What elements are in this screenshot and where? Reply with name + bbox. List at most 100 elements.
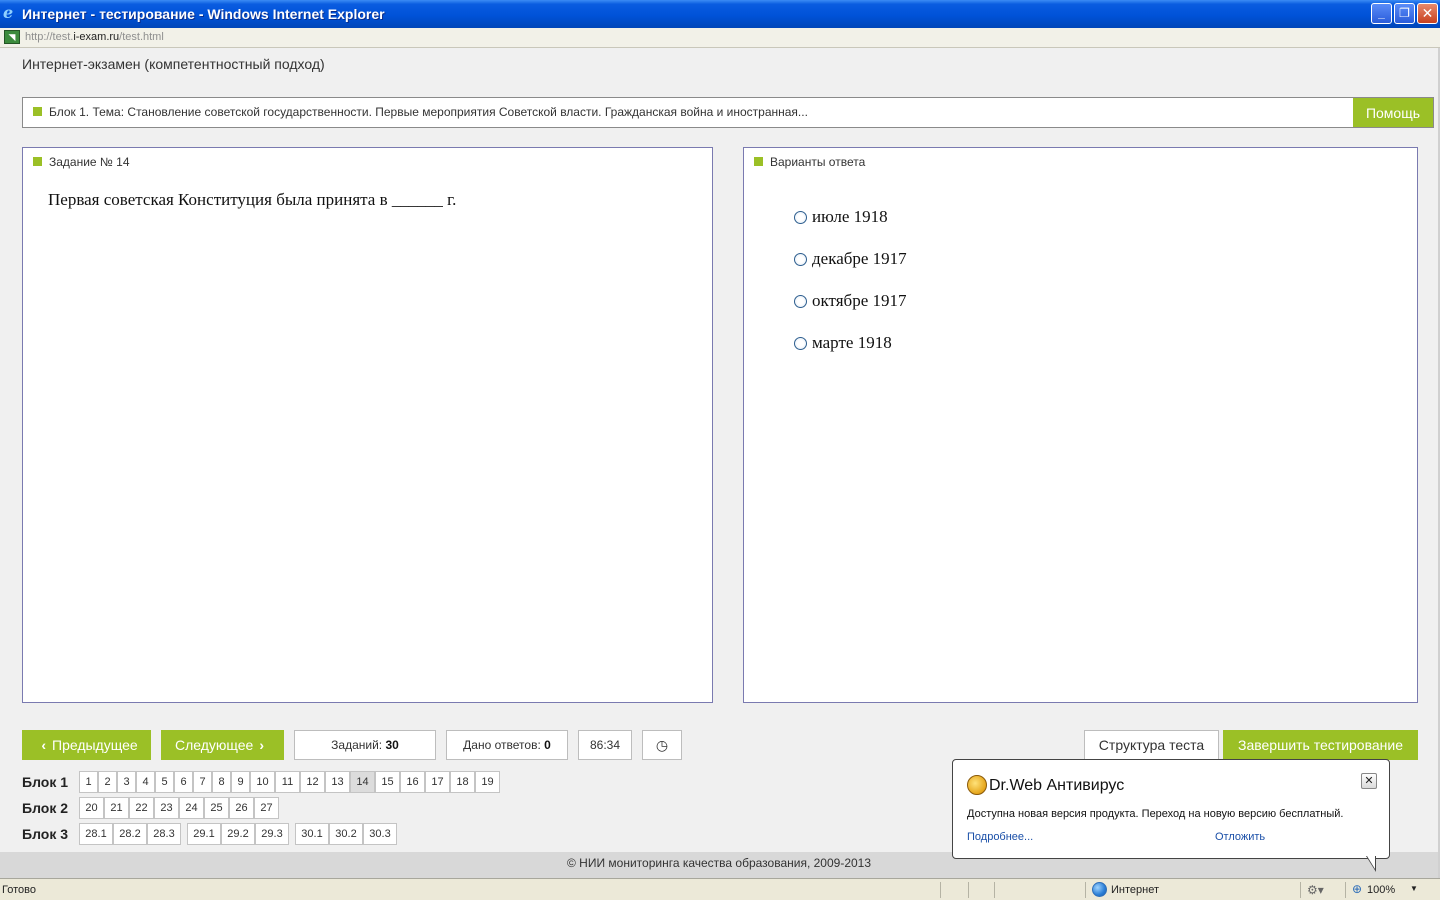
previous-button[interactable]: ‹ Предыдущее bbox=[22, 730, 151, 760]
radio-button[interactable] bbox=[794, 295, 807, 308]
nav-task-cell[interactable]: 28.2 bbox=[113, 823, 147, 845]
nav-task-cell[interactable]: 7 bbox=[193, 771, 212, 793]
nav-task-cell[interactable]: 2 bbox=[98, 771, 117, 793]
protected-mode-icon[interactable]: ⚙▾ bbox=[1307, 883, 1324, 897]
nav-task-cell[interactable]: 28.3 bbox=[147, 823, 181, 845]
nav-task-cell[interactable]: 30.2 bbox=[329, 823, 363, 845]
answers-title: Варианты ответа bbox=[770, 155, 866, 169]
nav-task-cell[interactable]: 25 bbox=[204, 797, 229, 819]
close-icon[interactable]: ✕ bbox=[1361, 773, 1377, 789]
window-titlebar: e Интернет - тестирование - Windows Inte… bbox=[0, 0, 1440, 28]
nav-task-cell[interactable]: 15 bbox=[375, 771, 400, 793]
nav-task-cell[interactable]: 23 bbox=[154, 797, 179, 819]
timer: 86:34 bbox=[578, 730, 632, 760]
tasks-count: Заданий: 30 bbox=[294, 730, 436, 760]
status-divider bbox=[994, 882, 995, 898]
drweb-message: Доступна новая версия продукта. Переход … bbox=[967, 808, 1344, 820]
status-divider bbox=[1085, 882, 1086, 898]
nav-task-cell[interactable]: 14 bbox=[350, 771, 375, 793]
close-window-button[interactable]: ✕ bbox=[1417, 3, 1438, 24]
nav-task-cell[interactable]: 13 bbox=[325, 771, 350, 793]
globe-icon bbox=[1092, 882, 1107, 897]
answer-option[interactable]: октябре 1917 bbox=[794, 291, 907, 311]
answer-option[interactable]: июле 1918 bbox=[794, 207, 888, 227]
minimize-button[interactable]: _ bbox=[1371, 3, 1392, 24]
nav-task-cell[interactable]: 1 bbox=[79, 771, 98, 793]
chevron-left-icon: ‹ bbox=[41, 737, 46, 753]
status-bar: Готово Интернет ⚙▾ ⊕ 100% ▼ bbox=[0, 878, 1440, 900]
next-button[interactable]: Следующее › bbox=[161, 730, 284, 760]
drweb-title: Dr.Web Антивирус bbox=[989, 777, 1125, 794]
nav-task-cell[interactable]: 9 bbox=[231, 771, 250, 793]
radio-button[interactable] bbox=[794, 337, 807, 350]
test-structure-button[interactable]: Структура теста bbox=[1084, 730, 1219, 760]
radio-button[interactable] bbox=[794, 253, 807, 266]
block-topic: Блок 1. Тема: Становление советской госу… bbox=[49, 105, 808, 119]
radio-button[interactable] bbox=[794, 211, 807, 224]
drweb-postpone-link[interactable]: Отложить bbox=[1215, 831, 1265, 843]
block-topic-bar: Блок 1. Тема: Становление советской госу… bbox=[22, 97, 1434, 128]
nav-task-cell[interactable]: 16 bbox=[400, 771, 425, 793]
security-zone: Интернет bbox=[1111, 884, 1159, 896]
bullet-square-icon bbox=[33, 107, 42, 116]
help-button[interactable]: Помощь bbox=[1353, 98, 1433, 127]
drweb-more-link[interactable]: Подробнее... bbox=[967, 831, 1033, 843]
nav-task-cell[interactable]: 20 bbox=[79, 797, 104, 819]
nav-task-cell[interactable]: 11 bbox=[275, 771, 300, 793]
drweb-spider-icon bbox=[967, 775, 987, 795]
bullet-square-icon bbox=[754, 157, 763, 166]
nav-task-cell[interactable]: 26 bbox=[229, 797, 254, 819]
nav-task-cell[interactable]: 4 bbox=[136, 771, 155, 793]
nav-task-cell[interactable]: 10 bbox=[250, 771, 275, 793]
nav-task-cell[interactable]: 30.3 bbox=[363, 823, 397, 845]
block-label: Блок 1 bbox=[22, 774, 69, 790]
status-text: Готово bbox=[2, 884, 36, 896]
nav-task-cell[interactable]: 22 bbox=[129, 797, 154, 819]
nav-task-cell[interactable]: 5 bbox=[155, 771, 174, 793]
answer-option[interactable]: марте 1918 bbox=[794, 333, 892, 353]
chevron-down-icon[interactable]: ▼ bbox=[1410, 884, 1418, 893]
finish-test-button[interactable]: Завершить тестирование bbox=[1223, 730, 1418, 760]
restore-button[interactable]: ❐ bbox=[1394, 3, 1415, 24]
address-bar[interactable]: ◥ http://test.i-exam.ru/test.html bbox=[0, 28, 1440, 48]
nav-task-cell[interactable]: 12 bbox=[300, 771, 325, 793]
bullet-square-icon bbox=[33, 157, 42, 166]
app-title: Интернет-экзамен (компетентностный подхо… bbox=[22, 56, 325, 72]
page-content: Интернет-экзамен (компетентностный подхо… bbox=[0, 48, 1440, 878]
nav-task-cell[interactable]: 3 bbox=[117, 771, 136, 793]
nav-task-cell[interactable]: 24 bbox=[179, 797, 204, 819]
nav-task-cell[interactable]: 27 bbox=[254, 797, 279, 819]
chevron-right-icon: › bbox=[259, 737, 265, 753]
block-label: Блок 2 bbox=[22, 800, 69, 816]
clock-icon: ◷ bbox=[655, 737, 669, 753]
nav-task-cell[interactable]: 28.1 bbox=[79, 823, 113, 845]
nav-task-cell[interactable]: 29.2 bbox=[221, 823, 255, 845]
answered-count: Дано ответов: 0 bbox=[446, 730, 568, 760]
status-divider bbox=[1300, 882, 1301, 898]
nav-task-cell[interactable]: 29.3 bbox=[255, 823, 289, 845]
nav-task-cell[interactable]: 30.1 bbox=[295, 823, 329, 845]
status-divider bbox=[1345, 882, 1346, 898]
clock-button[interactable]: ◷ bbox=[642, 730, 682, 760]
internet-explorer-icon: e bbox=[3, 3, 14, 22]
question-text: Первая советская Конституция была принят… bbox=[48, 190, 457, 209]
page-favicon-icon: ◥ bbox=[4, 30, 20, 44]
drweb-notification: Dr.Web Антивирус ✕ Доступна новая версия… bbox=[952, 759, 1390, 859]
zoom-icon[interactable]: ⊕ bbox=[1352, 882, 1362, 896]
answer-option[interactable]: декабре 1917 bbox=[794, 249, 907, 269]
address-url[interactable]: http://test.i-exam.ru/test.html bbox=[25, 31, 164, 43]
nav-task-cell[interactable]: 29.1 bbox=[187, 823, 221, 845]
block-label: Блок 3 bbox=[22, 826, 69, 842]
zoom-level[interactable]: 100% bbox=[1367, 884, 1395, 896]
answers-panel: Варианты ответа июле 1918 декабре 1917 о… bbox=[743, 147, 1418, 703]
window-title: Интернет - тестирование - Windows Intern… bbox=[22, 6, 385, 22]
nav-task-cell[interactable]: 19 bbox=[475, 771, 500, 793]
notification-tail bbox=[1367, 856, 1375, 869]
task-panel: Задание № 14 Первая советская Конституци… bbox=[22, 147, 713, 703]
nav-task-cell[interactable]: 21 bbox=[104, 797, 129, 819]
task-title: Задание № 14 bbox=[49, 155, 130, 169]
nav-task-cell[interactable]: 18 bbox=[450, 771, 475, 793]
nav-task-cell[interactable]: 8 bbox=[212, 771, 231, 793]
nav-task-cell[interactable]: 6 bbox=[174, 771, 193, 793]
nav-task-cell[interactable]: 17 bbox=[425, 771, 450, 793]
